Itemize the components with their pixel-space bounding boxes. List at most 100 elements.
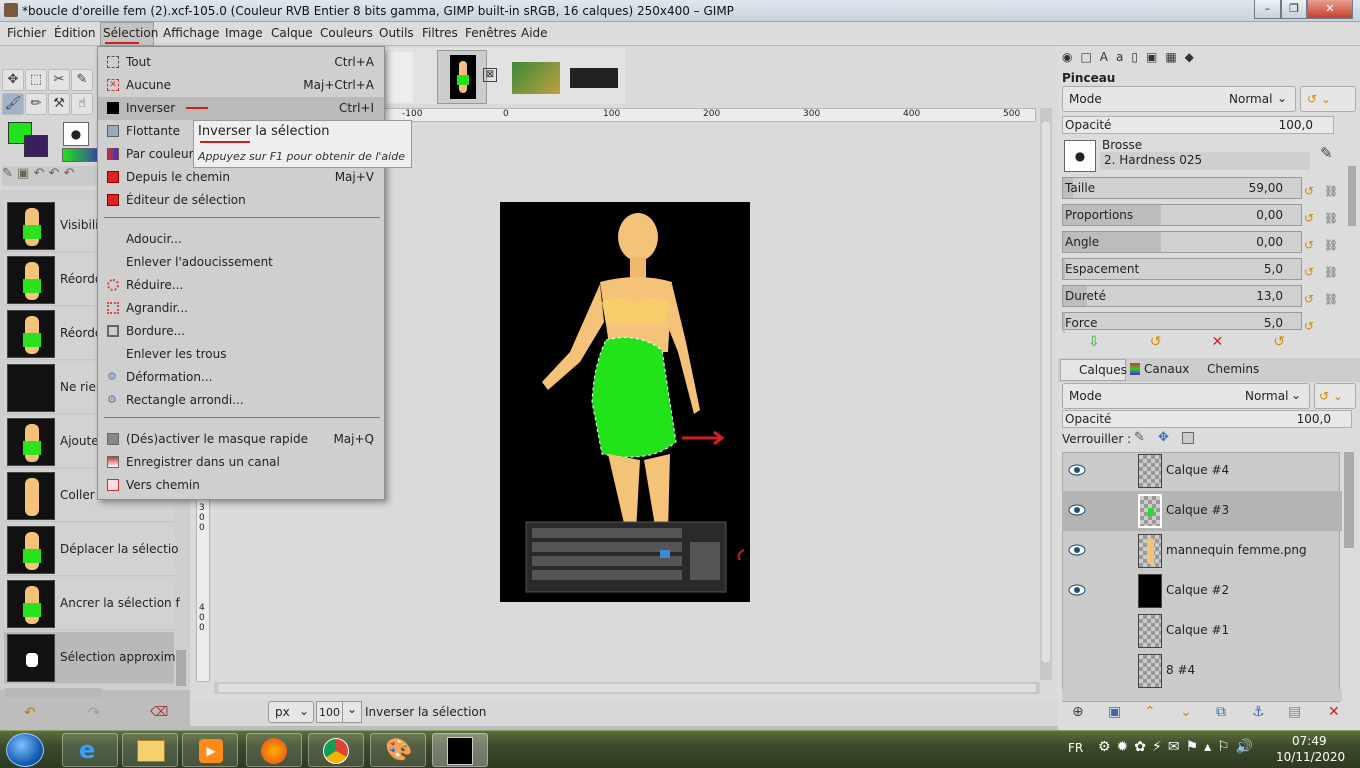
mask-icon[interactable]: ▤ — [1288, 704, 1301, 720]
menu-filtres[interactable]: Filtres — [422, 26, 458, 40]
layers-vscroll[interactable] — [1344, 452, 1354, 548]
clone-tool-icon[interactable]: ⚒ — [48, 93, 70, 115]
unit-select[interactable]: px ⌄ — [268, 701, 314, 723]
undo-icon[interactable]: ↶ — [24, 705, 36, 721]
firefox-taskbar-icon[interactable] — [246, 733, 302, 767]
history-item-selected[interactable]: Sélection approxima — [4, 632, 183, 684]
language-indicator[interactable]: FR — [1068, 741, 1083, 755]
start-button-icon[interactable] — [6, 733, 44, 767]
slider-taille[interactable]: Taille 59,00 — [1062, 177, 1302, 199]
brush-selector[interactable]: ● Brosse 2. Hardness 025 ✎ — [1062, 138, 1352, 174]
eye-icon[interactable] — [1068, 583, 1086, 597]
new-layer-icon[interactable]: ⊕ — [1072, 704, 1084, 720]
menu-item-agrandir[interactable]: Agrandir... — [98, 297, 384, 320]
menu-item-masque-rapide[interactable]: (Dés)activer le masque rapide Maj+Q — [98, 428, 384, 451]
explorer-taskbar-icon[interactable] — [122, 733, 178, 767]
edit-brush-icon[interactable]: ✎ — [1320, 144, 1333, 162]
chevron-down-icon[interactable]: ⌄ — [342, 701, 362, 723]
menu-item-deformation[interactable]: ⚙ Déformation... — [98, 366, 384, 389]
menu-item-aucune[interactable]: ✕ Aucune Maj+Ctrl+A — [98, 74, 384, 97]
canvas-vscroll[interactable] — [1040, 108, 1052, 680]
gimp-taskbar-icon[interactable] — [432, 733, 488, 767]
paintbrush-tool-icon[interactable]: 🖌 — [2, 93, 24, 115]
image-thumb[interactable] — [387, 52, 413, 102]
history-scrollbar[interactable] — [4, 688, 102, 698]
menu-couleurs[interactable]: Couleurs — [320, 26, 373, 40]
menu-item-enregistrer-canal[interactable]: Enregistrer dans un canal — [98, 451, 384, 474]
eye-icon[interactable] — [1068, 543, 1086, 557]
delete-layer-icon[interactable]: ✕ — [1328, 704, 1340, 720]
reset-icons-column[interactable]: ↺ ↺ ↺ ↺ ↺ ↺ — [1304, 178, 1314, 340]
history-item[interactable]: Ancrer la sélection f — [4, 578, 180, 630]
slider-durete[interactable]: Dureté 13,0 — [1062, 285, 1302, 307]
anchor-layer-icon[interactable]: ⚓ — [1252, 704, 1265, 720]
tool-options-scroll[interactable] — [1348, 166, 1356, 226]
eye-icon[interactable] — [1068, 503, 1086, 517]
menu-item-bordure[interactable]: Bordure... — [98, 320, 384, 343]
tab-calques[interactable]: Calques — [1060, 359, 1127, 381]
menu-affichage[interactable]: Affichage — [163, 26, 219, 40]
tool-preset-buttons[interactable]: ⇩↺✕↺ — [1088, 334, 1348, 350]
media-taskbar-icon[interactable]: ▶ — [182, 733, 238, 767]
new-group-icon[interactable]: ▣ — [1108, 704, 1121, 720]
lock-pixels-icon[interactable]: ✎ — [1134, 430, 1145, 445]
image-thumb[interactable] — [512, 62, 560, 94]
layer-row[interactable]: Calque #2 — [1062, 571, 1342, 611]
duplicate-layer-icon[interactable]: ⧉ — [1216, 704, 1226, 720]
layer-row[interactable]: 8 #4 — [1062, 651, 1342, 689]
menu-outils[interactable]: Outils — [379, 26, 414, 40]
menu-fichier[interactable]: Fichier — [7, 26, 46, 40]
menu-item-editeur-selection[interactable]: Éditeur de sélection — [98, 189, 384, 212]
brush-preview-icon[interactable]: ● — [63, 122, 89, 146]
menu-item-enlever-trous[interactable]: Enlever les trous — [98, 343, 384, 366]
menu-item-vers-chemin[interactable]: Vers chemin — [98, 474, 384, 497]
fuzzy-select-tool-icon[interactable]: ✎ — [71, 69, 93, 91]
chrome-taskbar-icon[interactable] — [308, 733, 364, 767]
menu-aide[interactable]: Aide — [521, 26, 548, 40]
menu-edition[interactable]: Édition — [54, 26, 96, 40]
gradient-preview[interactable] — [62, 148, 98, 162]
tray-icons[interactable]: ⚙✹✿⚡✉⚑▴⚐🔊 — [1098, 739, 1259, 755]
opacity-field[interactable]: Opacité 100,0 — [1062, 116, 1334, 134]
mode-select[interactable]: Mode Normal ⌄ — [1062, 86, 1296, 112]
chain-icons-column[interactable]: ⛓ ⛓ ⛓ ⛓ ⛓ — [1320, 178, 1342, 312]
raise-layer-icon[interactable]: ⌃ — [1144, 704, 1156, 720]
maximize-button[interactable]: ❐ — [1281, 0, 1307, 19]
layer-row-selected[interactable]: Calque #3 — [1062, 491, 1342, 531]
close-button[interactable]: ✕ — [1307, 0, 1353, 19]
paint-taskbar-icon[interactable]: 🎨 — [370, 733, 426, 767]
layer-opacity-field[interactable]: Opacité 100,0 — [1062, 410, 1352, 428]
mode-reset-icon[interactable]: ↺ ⌄ — [1300, 86, 1356, 112]
background-color-swatch[interactable] — [24, 135, 48, 157]
layer-mode-reset-icon[interactable]: ↺ ⌄ — [1314, 383, 1356, 409]
ie-taskbar-icon[interactable]: e — [62, 733, 118, 767]
lock-position-icon[interactable]: ✥ — [1158, 430, 1169, 445]
eye-icon[interactable] — [1068, 463, 1086, 477]
pencil-tool-icon[interactable]: ✏ — [25, 93, 47, 115]
smudge-tool-icon[interactable]: ☝ — [71, 93, 93, 115]
lower-layer-icon[interactable]: ⌄ — [1180, 704, 1192, 720]
layer-row[interactable]: mannequin femme.png — [1062, 531, 1342, 571]
history-vscroll[interactable] — [176, 650, 186, 686]
menu-item-rectangle-arrondi[interactable]: ⚙ Rectangle arrondi... — [98, 389, 384, 412]
menu-calque[interactable]: Calque — [271, 26, 313, 40]
lasso-tool-icon[interactable]: ✂ — [48, 69, 70, 91]
close-image-icon[interactable]: ⊠ — [483, 68, 497, 82]
history-item[interactable]: Déplacer la sélectio — [4, 524, 179, 576]
slider-angle[interactable]: Angle 0,00 — [1062, 231, 1302, 253]
image-thumb[interactable] — [570, 68, 618, 88]
redo-icon[interactable]: ↷ — [88, 705, 100, 721]
lock-alpha-icon[interactable] — [1182, 432, 1194, 444]
layer-row[interactable]: Calque #4 — [1062, 451, 1342, 491]
move-tool-icon[interactable]: ✥ — [2, 69, 24, 91]
menu-item-depuis-chemin[interactable]: Depuis le chemin Maj+V — [98, 166, 384, 189]
tab-chemins[interactable]: Chemins — [1207, 362, 1259, 376]
tab-canaux[interactable]: Canaux — [1144, 362, 1189, 376]
clear-history-icon[interactable]: ⌫ — [150, 705, 168, 720]
image-thumb-active[interactable] — [437, 50, 487, 104]
menu-item-inverser[interactable]: Inverser Ctrl+I — [98, 97, 384, 120]
menu-item-adoucir[interactable]: Adoucir... — [98, 228, 384, 251]
menu-item-enlever-adoucissement[interactable]: Enlever l'adoucissement — [98, 251, 384, 274]
dock-tab-icons[interactable]: ◉□Aa▯▣▦◆ — [1062, 50, 1352, 72]
menu-item-reduire[interactable]: Réduire... — [98, 274, 384, 297]
